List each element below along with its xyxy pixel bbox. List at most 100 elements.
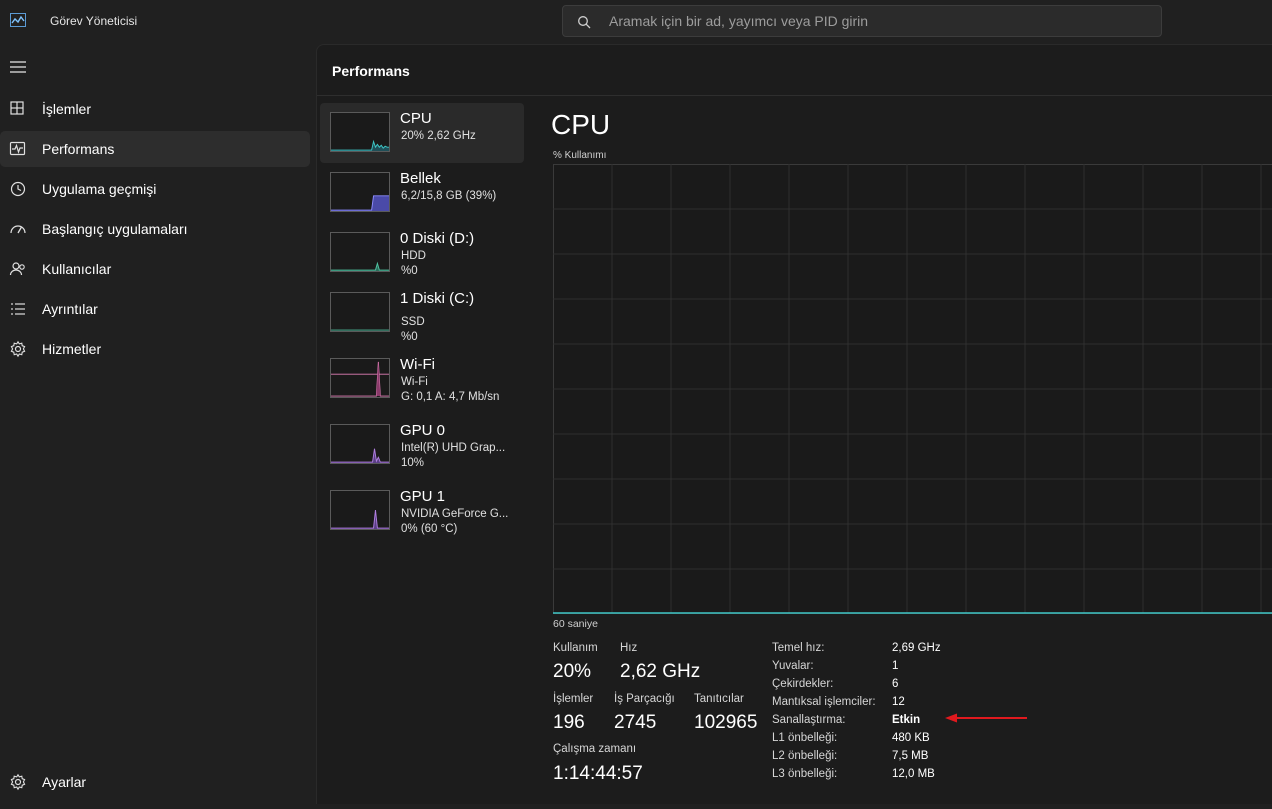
sidebar-item-details[interactable]: Ayrıntılar bbox=[0, 291, 310, 327]
resource-item-gpu0[interactable]: GPU 0 Intel(R) UHD Grap... 10% bbox=[320, 415, 524, 475]
spec-value: 7,5 MB bbox=[892, 750, 929, 762]
annotation-arrow-icon bbox=[945, 713, 1027, 723]
spec-label: L1 önbelleği: bbox=[772, 732, 838, 744]
sidebar-item-startup-apps[interactable]: Başlangıç uygulamaları bbox=[0, 211, 310, 247]
spec-label: L3 önbelleği: bbox=[772, 768, 838, 780]
resource-detail: 6,2/15,8 GB (39%) bbox=[401, 190, 497, 202]
sidebar-item-processes[interactable]: İşlemler bbox=[0, 91, 310, 127]
gear-icon bbox=[10, 773, 26, 791]
resource-detail: %0 bbox=[401, 331, 418, 343]
main-content: Performans CPU 20% 2,62 GHz Bellek 6,2/1… bbox=[316, 44, 1272, 804]
memory-thumbnail-graph bbox=[330, 172, 390, 212]
services-icon bbox=[10, 340, 26, 358]
time-axis-label: 60 saniye bbox=[553, 618, 598, 630]
history-icon bbox=[10, 181, 26, 197]
threads-value: 2745 bbox=[614, 712, 657, 733]
details-icon bbox=[11, 303, 25, 315]
processes-label: İşlemler bbox=[553, 693, 594, 705]
resource-name: CPU bbox=[400, 110, 432, 127]
resource-item-gpu1[interactable]: GPU 1 NVIDIA GeForce G... 0% (60 °C) bbox=[320, 481, 524, 541]
spec-label: Temel hız: bbox=[772, 642, 825, 654]
spec-label: Sanallaştırma: bbox=[772, 714, 846, 726]
app-title: Görev Yöneticisi bbox=[50, 14, 138, 28]
sidebar-item-label: Performans bbox=[42, 141, 115, 157]
handles-value: 102965 bbox=[694, 712, 758, 733]
usage-value: 20% bbox=[553, 661, 592, 682]
resource-name: 0 Diski (D:) bbox=[400, 230, 475, 247]
usage-axis-label: % Kullanımı bbox=[553, 150, 607, 161]
users-icon bbox=[9, 262, 25, 276]
resource-name: Wi-Fi bbox=[400, 356, 435, 373]
sidebar-item-users[interactable]: Kullanıcılar bbox=[0, 251, 310, 287]
cpu-usage-graph bbox=[553, 164, 1272, 614]
page-title: Performans bbox=[332, 63, 410, 79]
resource-detail: G: 0,1 A: 4,7 Mb/sn bbox=[401, 391, 500, 403]
search-input[interactable] bbox=[609, 6, 1149, 36]
spec-label: Mantıksal işlemciler: bbox=[772, 696, 876, 708]
spec-value: 12,0 MB bbox=[892, 768, 935, 780]
usage-label: Kullanım bbox=[553, 642, 598, 654]
resource-item-disk-d[interactable]: 0 Diski (D:) HDD %0 bbox=[320, 223, 524, 283]
spec-label: Çekirdekler: bbox=[772, 678, 834, 690]
handles-label: Tanıtıcılar bbox=[694, 693, 744, 705]
performance-icon bbox=[9, 141, 26, 156]
uptime-label: Çalışma zamanı bbox=[553, 743, 637, 755]
resource-detail: Intel(R) UHD Grap... bbox=[401, 442, 506, 454]
resource-detail: %0 bbox=[401, 265, 418, 277]
gpu1-thumbnail-graph bbox=[330, 490, 390, 530]
resource-item-wifi[interactable]: Wi-Fi Wi-Fi G: 0,1 A: 4,7 Mb/sn bbox=[320, 349, 524, 409]
sidebar-item-label: Ayrıntılar bbox=[42, 301, 98, 317]
resource-detail: 20% 2,62 GHz bbox=[401, 130, 476, 142]
sidebar-item-performance[interactable]: Performans bbox=[0, 131, 310, 167]
resource-name: Bellek bbox=[400, 170, 441, 187]
sidebar: İşlemler Performans Uygulama geçmişi Baş… bbox=[0, 44, 316, 809]
virtualization-value: Etkin bbox=[892, 714, 921, 726]
spec-label: Yuvalar: bbox=[772, 660, 814, 672]
resource-detail: HDD bbox=[401, 250, 426, 262]
search-box[interactable] bbox=[562, 5, 1162, 37]
title-bar: Görev Yöneticisi bbox=[0, 0, 1272, 44]
performance-chart-icon bbox=[10, 13, 26, 27]
resource-name: GPU 1 bbox=[400, 488, 446, 505]
sidebar-item-services[interactable]: Hizmetler bbox=[0, 331, 310, 367]
sidebar-item-label: Başlangıç uygulamaları bbox=[42, 221, 188, 237]
resource-detail: 0% (60 °C) bbox=[401, 523, 458, 535]
wifi-thumbnail-graph bbox=[330, 358, 390, 398]
uptime-value: 1:14:44:57 bbox=[553, 763, 643, 784]
processes-icon bbox=[10, 101, 24, 115]
sidebar-item-app-history[interactable]: Uygulama geçmişi bbox=[0, 171, 310, 207]
spec-value: 2,69 GHz bbox=[892, 642, 941, 654]
resource-name: GPU 0 bbox=[400, 422, 446, 439]
speed-label: Hız bbox=[620, 642, 638, 654]
speed-value: 2,62 GHz bbox=[620, 661, 701, 682]
processes-value: 196 bbox=[553, 712, 585, 733]
search-icon bbox=[578, 16, 591, 29]
disk-d-thumbnail-graph bbox=[330, 232, 390, 272]
resource-item-cpu[interactable]: CPU 20% 2,62 GHz bbox=[320, 103, 524, 163]
sidebar-item-settings[interactable]: Ayarlar bbox=[0, 764, 310, 800]
sidebar-item-label: Hizmetler bbox=[42, 341, 102, 357]
hamburger-menu-icon[interactable] bbox=[10, 60, 28, 74]
threads-label: İş Parçacığı bbox=[614, 693, 675, 705]
spec-label: L2 önbelleği: bbox=[772, 750, 838, 762]
sidebar-item-label: Ayarlar bbox=[42, 774, 87, 790]
startup-icon bbox=[10, 225, 26, 234]
resource-detail: 10% bbox=[401, 457, 425, 469]
spec-value: 12 bbox=[892, 696, 905, 708]
resource-detail: SSD bbox=[401, 316, 425, 328]
sidebar-item-label: Kullanıcılar bbox=[42, 261, 112, 277]
cpu-thumbnail-graph bbox=[330, 112, 390, 152]
disk-c-thumbnail-graph bbox=[330, 292, 390, 332]
divider bbox=[317, 95, 1272, 96]
spec-value: 6 bbox=[892, 678, 899, 690]
resource-item-memory[interactable]: Bellek 6,2/15,8 GB (39%) bbox=[320, 163, 524, 223]
sidebar-item-label: İşlemler bbox=[42, 101, 92, 117]
resource-detail: NVIDIA GeForce G... bbox=[401, 508, 509, 520]
resource-item-disk-c[interactable]: 1 Diski (C:) SSD %0 bbox=[320, 283, 524, 343]
resource-name: 1 Diski (C:) bbox=[400, 290, 475, 307]
spec-value: 480 KB bbox=[892, 732, 930, 744]
resource-detail: Wi-Fi bbox=[401, 376, 428, 388]
spec-value: 1 bbox=[892, 660, 899, 672]
sidebar-item-label: Uygulama geçmişi bbox=[42, 181, 157, 197]
cpu-title: CPU bbox=[551, 109, 611, 140]
